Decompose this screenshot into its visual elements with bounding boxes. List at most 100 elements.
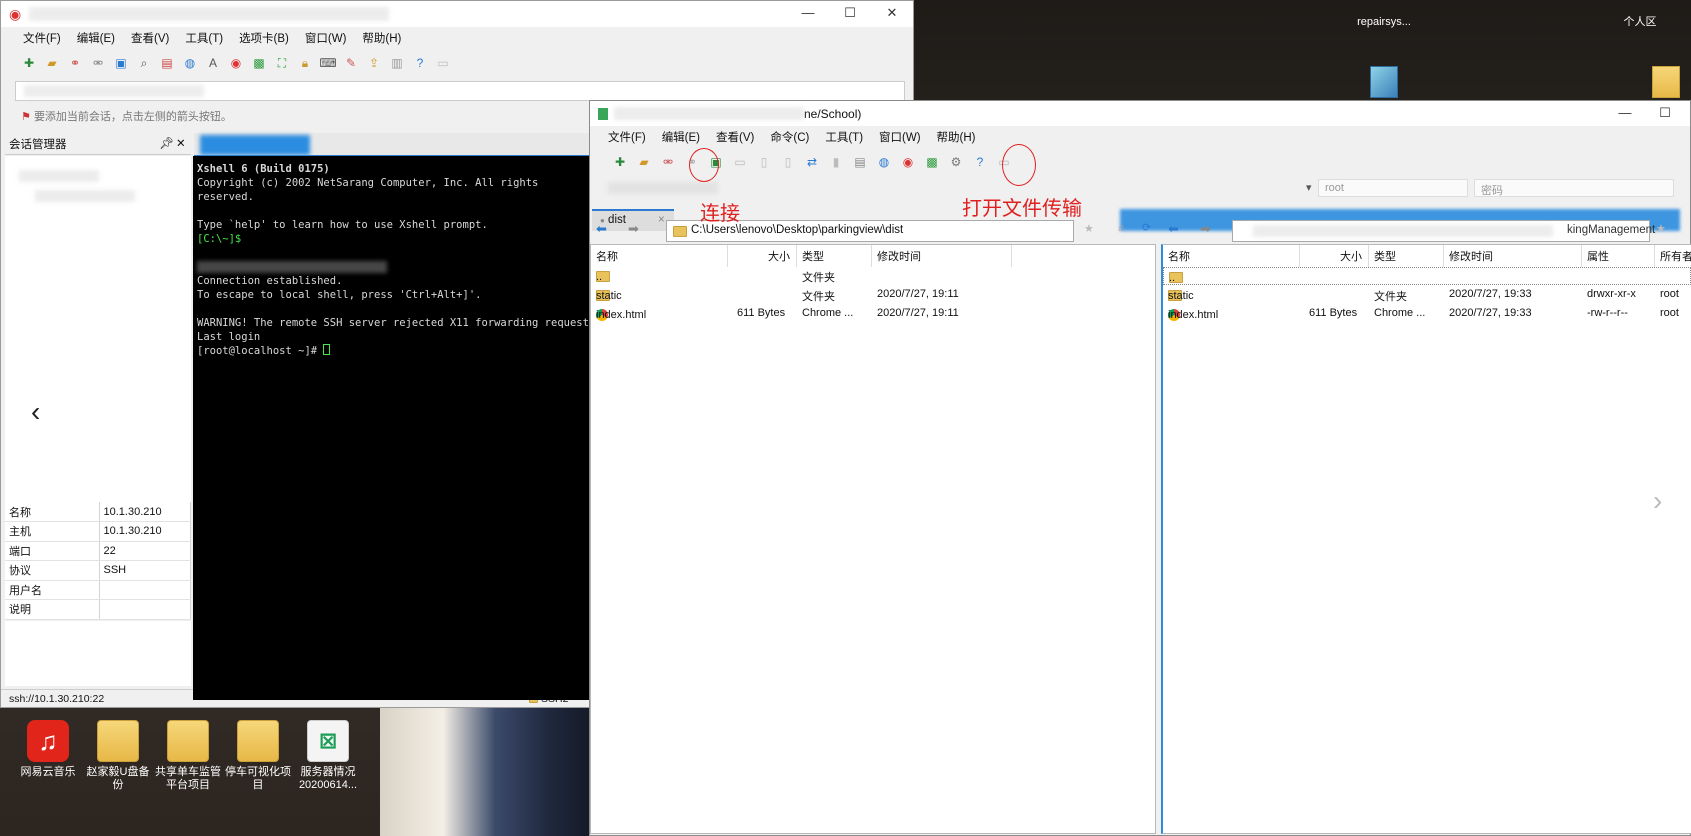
menu-window[interactable]: 窗口(W): [305, 30, 347, 46]
paste-icon[interactable]: ▯: [780, 154, 796, 170]
lock-icon[interactable]: 🔒︎: [297, 55, 313, 71]
search-icon[interactable]: ⌕: [136, 55, 152, 71]
globe-icon[interactable]: ◍: [876, 154, 892, 170]
pin-icon[interactable]: 📌︎: [159, 136, 174, 150]
back-icon[interactable]: ⬅: [596, 221, 607, 237]
terminal-tab-blurred[interactable]: [200, 135, 310, 155]
col-name[interactable]: 名称: [591, 245, 728, 267]
menu-help[interactable]: 帮助(H): [937, 129, 976, 145]
list-item[interactable]: .. 文件夹: [591, 267, 1155, 285]
menu-view[interactable]: 查看(V): [131, 30, 169, 46]
desktop-icon-parking-project[interactable]: 停车可视化项目: [222, 720, 294, 792]
dropdown-arrow-icon[interactable]: ▾: [1306, 181, 1312, 194]
help-icon[interactable]: ?: [972, 154, 988, 170]
desktop-app-icon[interactable]: [1370, 66, 1398, 98]
col-modified[interactable]: 修改时间: [1444, 245, 1582, 267]
file-transfer-icon[interactable]: ▩: [924, 154, 940, 170]
transfer-icon[interactable]: ⇪: [366, 55, 382, 71]
keyboard-icon[interactable]: ⌨: [319, 55, 336, 71]
queue-icon[interactable]: ▮: [828, 154, 844, 170]
col-type[interactable]: 类型: [797, 245, 872, 267]
xshell-icon[interactable]: ◉: [900, 154, 916, 170]
minimize-button[interactable]: —: [1610, 105, 1640, 120]
desktop-icon-usb-backup[interactable]: 赵家毅U盘备份: [82, 720, 154, 792]
new-session-icon[interactable]: ✚: [21, 55, 37, 71]
chevron-right-icon[interactable]: ›: [1653, 485, 1662, 517]
list-item[interactable]: ..: [1163, 267, 1691, 285]
clipboard-icon[interactable]: ▤: [852, 154, 868, 170]
list-item[interactable]: index.html 611 Bytes Chrome ... 2020/7/2…: [591, 305, 1155, 323]
desktop-icon-personal[interactable]: 个人区: [1604, 0, 1676, 29]
sync-icon[interactable]: ⇄: [804, 154, 820, 170]
font-icon[interactable]: A: [205, 55, 221, 71]
desktop-folder-icon[interactable]: [1652, 66, 1680, 98]
remote-star-icon[interactable]: ★: [1656, 222, 1666, 235]
password-input[interactable]: 密码: [1474, 179, 1674, 197]
copy-icon[interactable]: ▯: [756, 154, 772, 170]
remote-forward-icon[interactable]: ➡: [1200, 221, 1211, 237]
username-input[interactable]: root: [1318, 179, 1468, 197]
close-button[interactable]: ✕: [877, 5, 907, 21]
col-type[interactable]: 类型: [1369, 245, 1444, 267]
maximize-button[interactable]: ☐: [835, 5, 865, 21]
desktop-icon-lib[interactable]: 库: [0, 770, 10, 783]
xftp-icon[interactable]: ▩: [251, 55, 267, 71]
maximize-button[interactable]: ☐: [1650, 105, 1680, 121]
open-folder-icon[interactable]: ▰: [44, 55, 60, 71]
new-tab-icon[interactable]: ▣: [113, 55, 129, 71]
terminal[interactable]: Xshell 6 (Build 0175) Copyright (c) 2002…: [193, 156, 603, 700]
menu-edit[interactable]: 编辑(E): [662, 129, 700, 145]
close-tab-icon[interactable]: ×: [658, 214, 665, 226]
layout-icon[interactable]: ▥: [389, 55, 405, 71]
menu-tools[interactable]: 工具(T): [825, 129, 863, 145]
desktop-icon-server-doc[interactable]: ⊠ 服务器情况20200614...: [292, 720, 364, 792]
globe-icon[interactable]: ◍: [182, 55, 198, 71]
menu-edit[interactable]: 编辑(E): [77, 30, 115, 46]
col-size[interactable]: 大小: [728, 245, 797, 267]
col-owner[interactable]: 所有者: [1655, 245, 1691, 267]
disconnect-icon[interactable]: ⚮: [90, 55, 106, 71]
script-icon[interactable]: ✎: [343, 55, 359, 71]
list-item[interactable]: static 文件夹 2020/7/27, 19:33 drwxr-xr-x r…: [1163, 286, 1691, 304]
col-attributes[interactable]: 属性: [1582, 245, 1655, 267]
xshell-address-bar[interactable]: [15, 81, 905, 101]
col-size[interactable]: 大小: [1300, 245, 1369, 267]
xshell-icon[interactable]: ◉: [228, 55, 244, 71]
menu-tools[interactable]: 工具(T): [185, 30, 223, 46]
remote-back-icon[interactable]: ⬅: [1168, 221, 1179, 237]
list-item[interactable]: static 文件夹 2020/7/27, 19:11: [591, 286, 1155, 304]
connect-icon[interactable]: ⚭: [67, 55, 83, 71]
disconnect-icon[interactable]: ⚮: [660, 154, 676, 170]
chevron-left-icon[interactable]: ‹: [31, 396, 40, 428]
star-icon[interactable]: ★: [1084, 222, 1094, 235]
forward-icon[interactable]: ➡: [628, 221, 639, 237]
desktop-icon-repairsys[interactable]: repairsys...: [1348, 0, 1420, 29]
chat-icon[interactable]: ▭: [435, 55, 451, 71]
properties-icon[interactable]: ▤: [159, 55, 175, 71]
menu-help[interactable]: 帮助(H): [362, 30, 401, 46]
session-tree-item-blurred[interactable]: [19, 170, 99, 182]
menu-file[interactable]: 文件(F): [23, 30, 61, 46]
help-icon[interactable]: ?: [412, 55, 428, 71]
menu-file[interactable]: 文件(F): [608, 129, 646, 145]
fullscreen-icon[interactable]: ⛶: [274, 55, 290, 71]
new-session-icon[interactable]: ✚: [612, 154, 628, 170]
desktop-icon-netease-music[interactable]: ♫ 网易云音乐: [12, 720, 84, 779]
close-panel-icon[interactable]: ✕: [176, 136, 186, 150]
menu-tabs[interactable]: 选项卡(B): [239, 30, 289, 46]
list-item[interactable]: index.html 611 Bytes Chrome ... 2020/7/2…: [1163, 305, 1691, 323]
open-folder-icon[interactable]: ▰: [636, 154, 652, 170]
gear-icon[interactable]: ⚙: [948, 154, 964, 170]
menu-command[interactable]: 命令(C): [770, 129, 809, 145]
refresh-icon[interactable]: ⟳: [1142, 221, 1151, 234]
desktop-icon-bike-project[interactable]: 共享单车监管平台项目: [152, 720, 224, 792]
home-icon[interactable]: ⌂: [1118, 222, 1125, 234]
menu-view[interactable]: 查看(V): [716, 129, 754, 145]
menu-window[interactable]: 窗口(W): [879, 129, 921, 145]
minimize-button[interactable]: —: [793, 5, 823, 20]
remote-path-input[interactable]: kingManagement: [1232, 220, 1655, 242]
view-icon[interactable]: ▭: [732, 154, 748, 170]
col-name[interactable]: 名称: [1163, 245, 1300, 267]
col-modified[interactable]: 修改时间: [872, 245, 1012, 267]
session-tree-item-blurred[interactable]: [35, 190, 135, 202]
